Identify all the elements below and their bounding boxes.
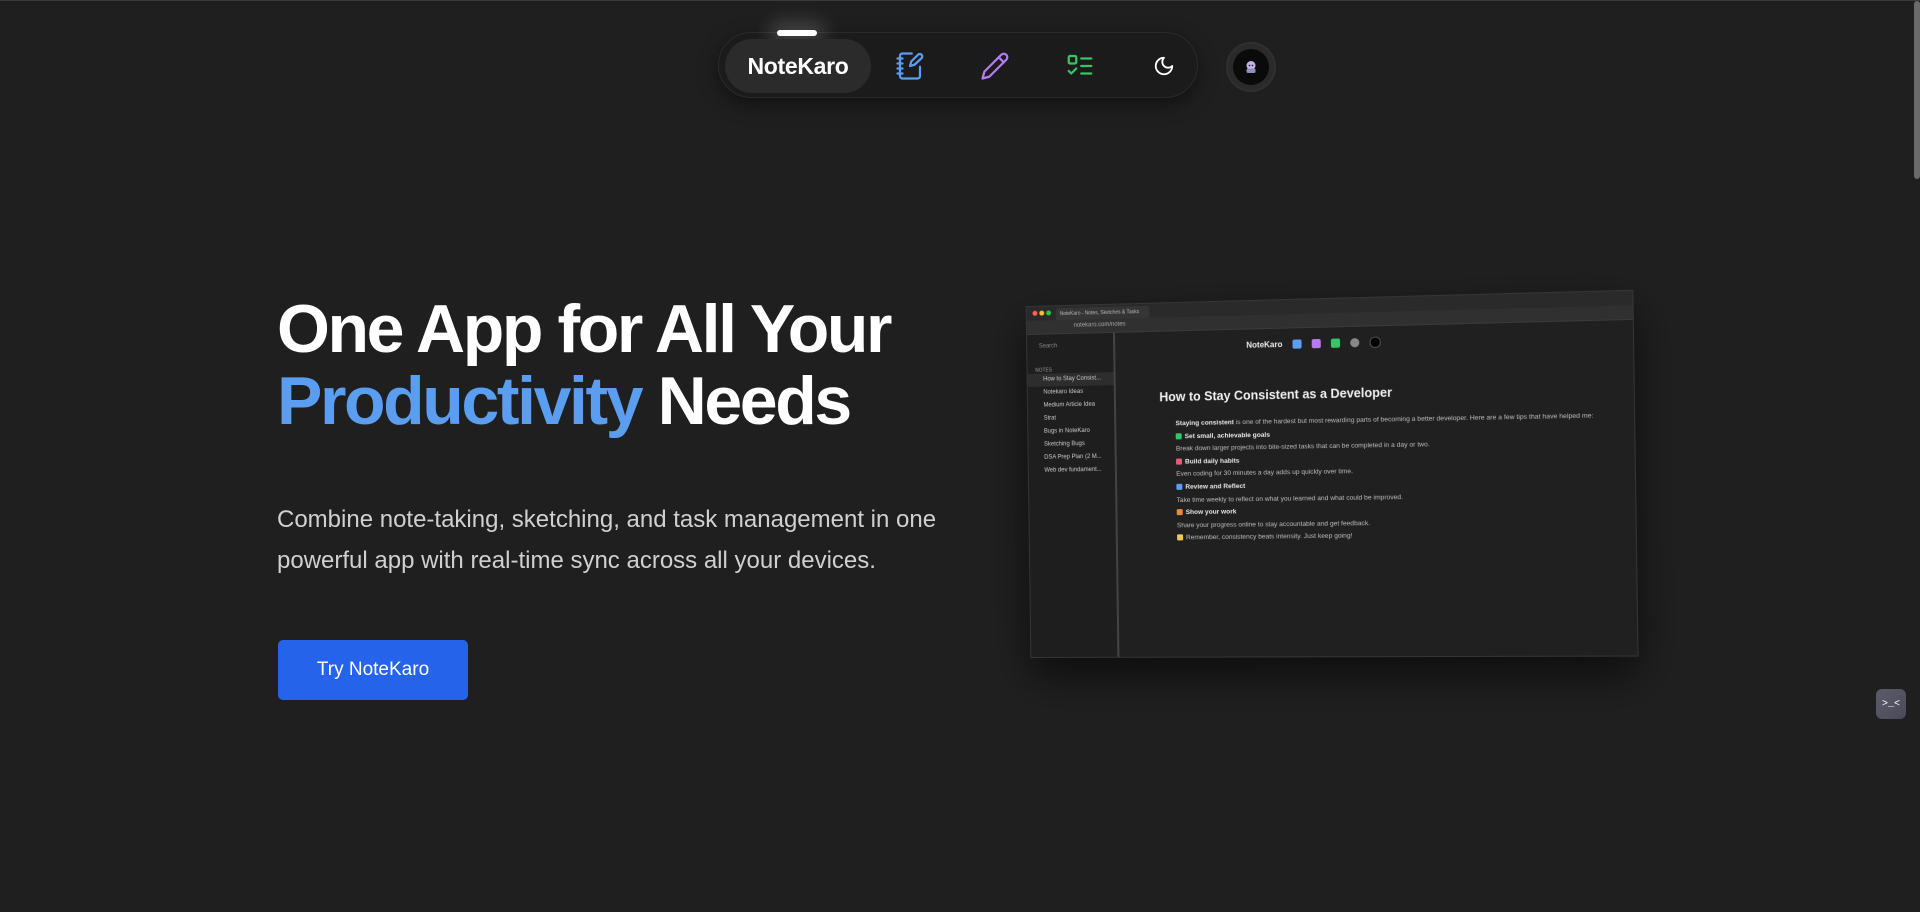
hero-title-rest: Needs xyxy=(657,363,853,439)
hero-subtitle-line2: powerful app with real-time sync across … xyxy=(277,547,876,574)
preview-pencil-icon xyxy=(1311,338,1321,349)
app-preview-frame: NoteKaro - Notes, Sketches & Tasks notek… xyxy=(1025,289,1639,659)
close-dot-icon xyxy=(1032,310,1038,316)
preview-notes-list: How to Stay Consist... Notekaro Ideas Medi… xyxy=(1027,372,1115,478)
checklist-icon xyxy=(1067,54,1093,75)
tasks-nav-button[interactable] xyxy=(1057,43,1103,89)
top-nav: NoteKaro xyxy=(718,30,1198,98)
preview-avatar-icon xyxy=(1369,336,1381,348)
theme-toggle-button[interactable] xyxy=(1141,43,1187,89)
preview-note-item: DSA Prep Plan (2 M... xyxy=(1044,453,1102,461)
preview-doc-title: How to Stay Consistent as a Developer xyxy=(1159,385,1393,405)
preview-moon-icon xyxy=(1350,337,1360,348)
preview-doc-body: Staying consistent is one of the hardest… xyxy=(1175,410,1606,545)
preview-note-item: Web dev fundament... xyxy=(1044,466,1102,474)
moon-icon xyxy=(1154,56,1174,76)
notebook-pen-icon xyxy=(896,52,924,80)
help-button[interactable]: >_< xyxy=(1876,689,1906,719)
pencil-icon xyxy=(981,52,1009,80)
lightbulb-icon xyxy=(1177,534,1184,541)
hero-subtitle-line1: Combine note-taking, sketching, and task… xyxy=(277,506,937,533)
tip-emoji-icon xyxy=(1176,458,1183,465)
hero-title-accent: Productivity xyxy=(277,363,644,439)
hero-title-line1: One App for All Your xyxy=(277,291,893,367)
preview-sidebar: Search NOTES How to Stay Consist... Notek… xyxy=(1026,332,1120,658)
hero-subtitle: Combine note-taking, sketching, and task… xyxy=(277,499,957,581)
preview-main: NoteKaro How to Stay Consistent as a Dev… xyxy=(1117,320,1638,657)
maximize-dot-icon xyxy=(1046,310,1052,316)
hero-title: One App for All Your Productivity Needs xyxy=(277,291,893,439)
active-indicator xyxy=(777,30,817,36)
tip-emoji-icon xyxy=(1175,432,1182,440)
try-notekaro-button[interactable]: Try NoteKaro xyxy=(278,640,468,700)
minimize-dot-icon xyxy=(1039,310,1045,316)
tip-emoji-icon xyxy=(1176,483,1183,490)
notes-nav-button[interactable] xyxy=(887,43,933,89)
browser-url: notekaro.com/notes xyxy=(1073,321,1126,329)
preview-nav-brand: NoteKaro xyxy=(1246,339,1283,350)
preview-intro-bold: Staying consistent xyxy=(1175,419,1234,428)
preview-notes-heading: NOTES xyxy=(1035,367,1053,374)
user-avatar-button[interactable] xyxy=(1226,42,1276,92)
preview-checklist-icon xyxy=(1330,338,1341,348)
user-avatar-icon xyxy=(1233,49,1269,85)
preview-nav: NoteKaro xyxy=(1246,336,1381,350)
brand-logo[interactable]: NoteKaro xyxy=(725,39,871,93)
sketch-nav-button[interactable] xyxy=(972,43,1018,89)
preview-intro-rest: is one of the hardest but most rewarding… xyxy=(1233,412,1594,427)
page-scrollbar[interactable] xyxy=(1914,1,1920,179)
tip-emoji-icon xyxy=(1176,509,1183,516)
app-preview: NoteKaro - Notes, Sketches & Tasks notek… xyxy=(1025,289,1639,666)
preview-notebook-icon xyxy=(1292,339,1302,349)
